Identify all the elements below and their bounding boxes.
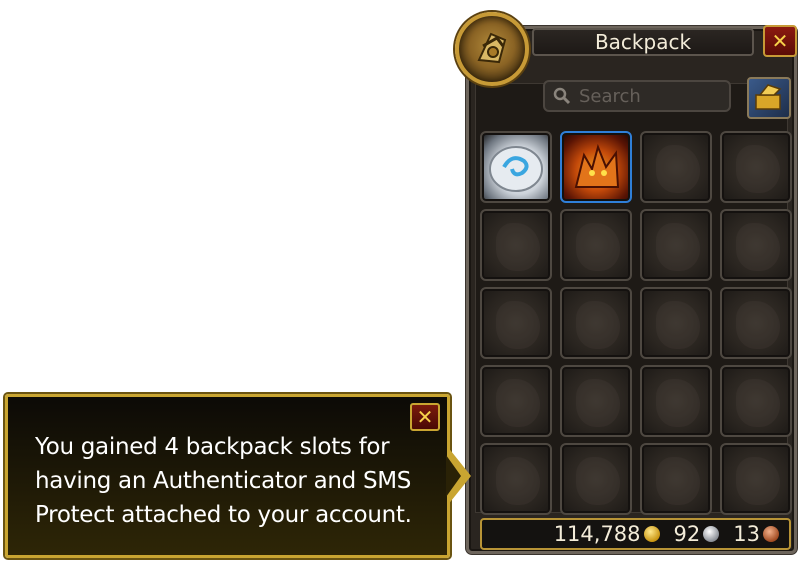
bag-slot-empty[interactable] <box>560 287 632 359</box>
bag-slot-fire-pet[interactable] <box>560 131 632 203</box>
bag-slot-empty[interactable] <box>640 443 712 515</box>
bag-slot-empty[interactable] <box>640 365 712 437</box>
search-input[interactable] <box>577 84 721 108</box>
bag-slot-empty[interactable] <box>480 287 552 359</box>
callout-line: Protect attached to your account. <box>35 502 412 528</box>
callout-close-button[interactable]: ✕ <box>410 403 440 431</box>
callout-arrow-inner <box>446 455 461 497</box>
backpack-close-button[interactable]: ✕ <box>763 25 797 57</box>
bag-slot-empty[interactable] <box>480 209 552 281</box>
search-icon <box>553 87 571 105</box>
backpack-title: Backpack <box>532 28 754 56</box>
bag-slot-empty[interactable] <box>720 287 792 359</box>
close-icon: ✕ <box>771 29 789 53</box>
bag-slot-empty[interactable] <box>480 365 552 437</box>
fire-creature-icon <box>574 143 620 188</box>
silver-coin-icon <box>703 526 720 542</box>
bag-slot-empty[interactable] <box>720 209 792 281</box>
callout-text: You gained 4 backpack slots for having a… <box>35 430 435 532</box>
hearthstone-icon <box>489 146 543 192</box>
callout-line: having an Authenticator and SMS <box>35 468 412 494</box>
cleanup-bags-icon <box>755 84 782 110</box>
bag-slot-empty[interactable] <box>720 365 792 437</box>
gold-amount: 114,788 <box>553 522 641 546</box>
bag-slot-empty[interactable] <box>720 131 792 203</box>
money-display: 114,788 92 13 <box>480 518 791 550</box>
cleanup-bags-button[interactable] <box>747 77 791 119</box>
bag-slot-hearthstone[interactable] <box>480 131 552 203</box>
bag-slot-empty[interactable] <box>480 443 552 515</box>
copper-coin-icon <box>763 526 779 542</box>
bag-slot-grid <box>480 131 792 515</box>
close-icon: ✕ <box>416 405 434 429</box>
bag-slot-empty[interactable] <box>640 287 712 359</box>
copper-amount: 13 <box>733 522 760 546</box>
gold-coin-icon <box>643 526 660 542</box>
bag-slot-empty[interactable] <box>640 131 712 203</box>
search-box[interactable] <box>543 80 731 112</box>
bag-slot-empty[interactable] <box>720 443 792 515</box>
bag-emblem-icon <box>477 32 507 64</box>
backpack-portrait-icon <box>455 12 529 86</box>
callout-line: You gained 4 backpack slots for <box>35 434 390 460</box>
silver-amount: 92 <box>673 522 701 546</box>
bag-slot-empty[interactable] <box>640 209 712 281</box>
bag-slot-empty[interactable] <box>560 443 632 515</box>
bag-slot-empty[interactable] <box>560 365 632 437</box>
bag-slot-empty[interactable] <box>560 209 632 281</box>
